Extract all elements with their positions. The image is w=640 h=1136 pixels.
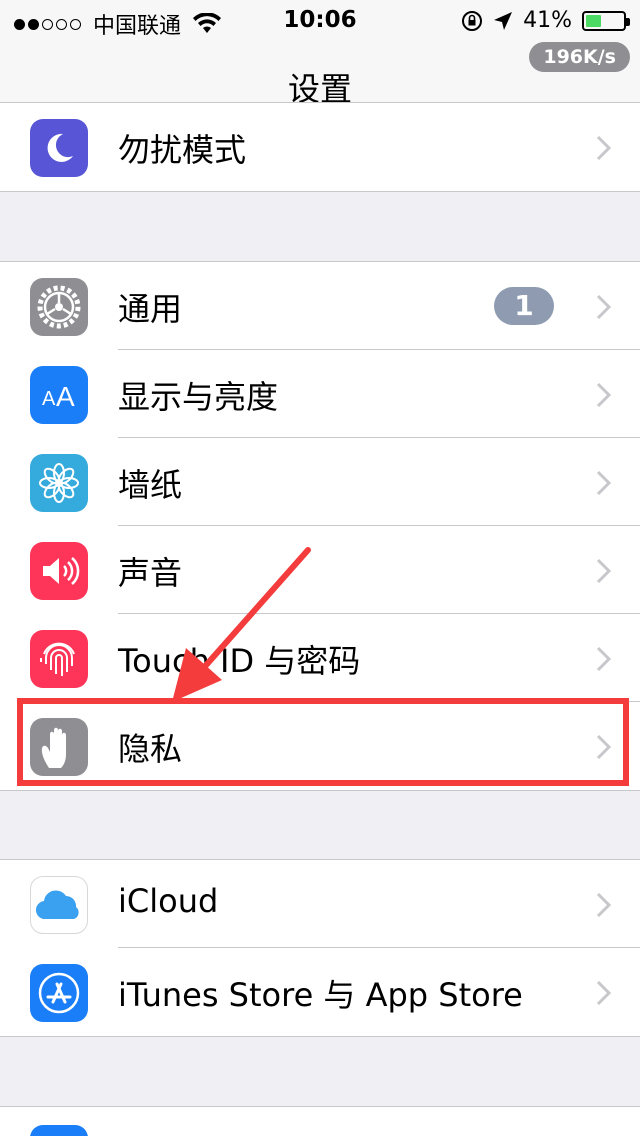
chevron-right-icon [596,135,612,161]
settings-row-wallpaper[interactable]: 墙纸 [0,438,640,526]
battery-icon [582,10,630,31]
settings-row-do-not-disturb[interactable]: 勿扰模式 [0,103,640,191]
row-label: 墙纸 [118,466,183,504]
rotation-lock-icon [462,10,483,31]
chevron-right-icon [596,294,612,320]
icloud-icon [30,876,88,934]
chevron-right-icon [596,892,612,918]
location-arrow-icon [494,11,513,30]
annotation-highlight-box [17,698,629,786]
row-label: 显示与亮度 [118,378,279,416]
svg-text:A: A [42,388,56,410]
moon-icon [30,119,88,177]
svg-text:A: A [56,381,75,412]
settings-group-focus: 勿扰模式 [0,102,640,192]
gear-icon [30,278,88,336]
settings-group-partial [0,1106,640,1136]
settings-row-general[interactable]: 通用 1 [0,262,640,350]
row-label: 通用 [118,290,183,328]
chevron-right-icon [596,382,612,408]
battery-percent: 41% [523,8,572,33]
settings-group-accounts: iCloud iTunes Store 与 App Store [0,859,640,1037]
display-aa-icon: A A [30,366,88,424]
partial-app-icon [30,1125,88,1136]
chevron-right-icon [596,558,612,584]
settings-row-display-brightness[interactable]: A A 显示与亮度 [0,350,640,438]
chevron-right-icon [596,646,612,672]
row-label: Touch ID 与密码 [118,642,361,680]
settings-row-itunes-app-store[interactable]: iTunes Store 与 App Store [0,948,640,1036]
speaker-icon [30,542,88,600]
row-label: iCloud [118,882,219,920]
row-label: iTunes Store 与 App Store [118,976,523,1014]
status-right: 41% [461,8,630,33]
row-label: 声音 [118,554,183,592]
chevron-right-icon [596,470,612,496]
settings-row-touch-id-passcode[interactable]: Touch ID 与密码 [0,614,640,702]
app-store-icon [30,964,88,1022]
chevron-right-icon [596,980,612,1006]
battery-fill [586,14,601,27]
notification-badge: 1 [494,287,554,325]
settings-row-icloud[interactable]: iCloud [0,860,640,948]
status-bar: 中国联通 10:06 41% [0,0,640,42]
settings-row-sounds[interactable]: 声音 [0,526,640,614]
row-label: 勿扰模式 [118,131,247,169]
fingerprint-icon [30,630,88,688]
wallpaper-flower-icon [30,454,88,512]
